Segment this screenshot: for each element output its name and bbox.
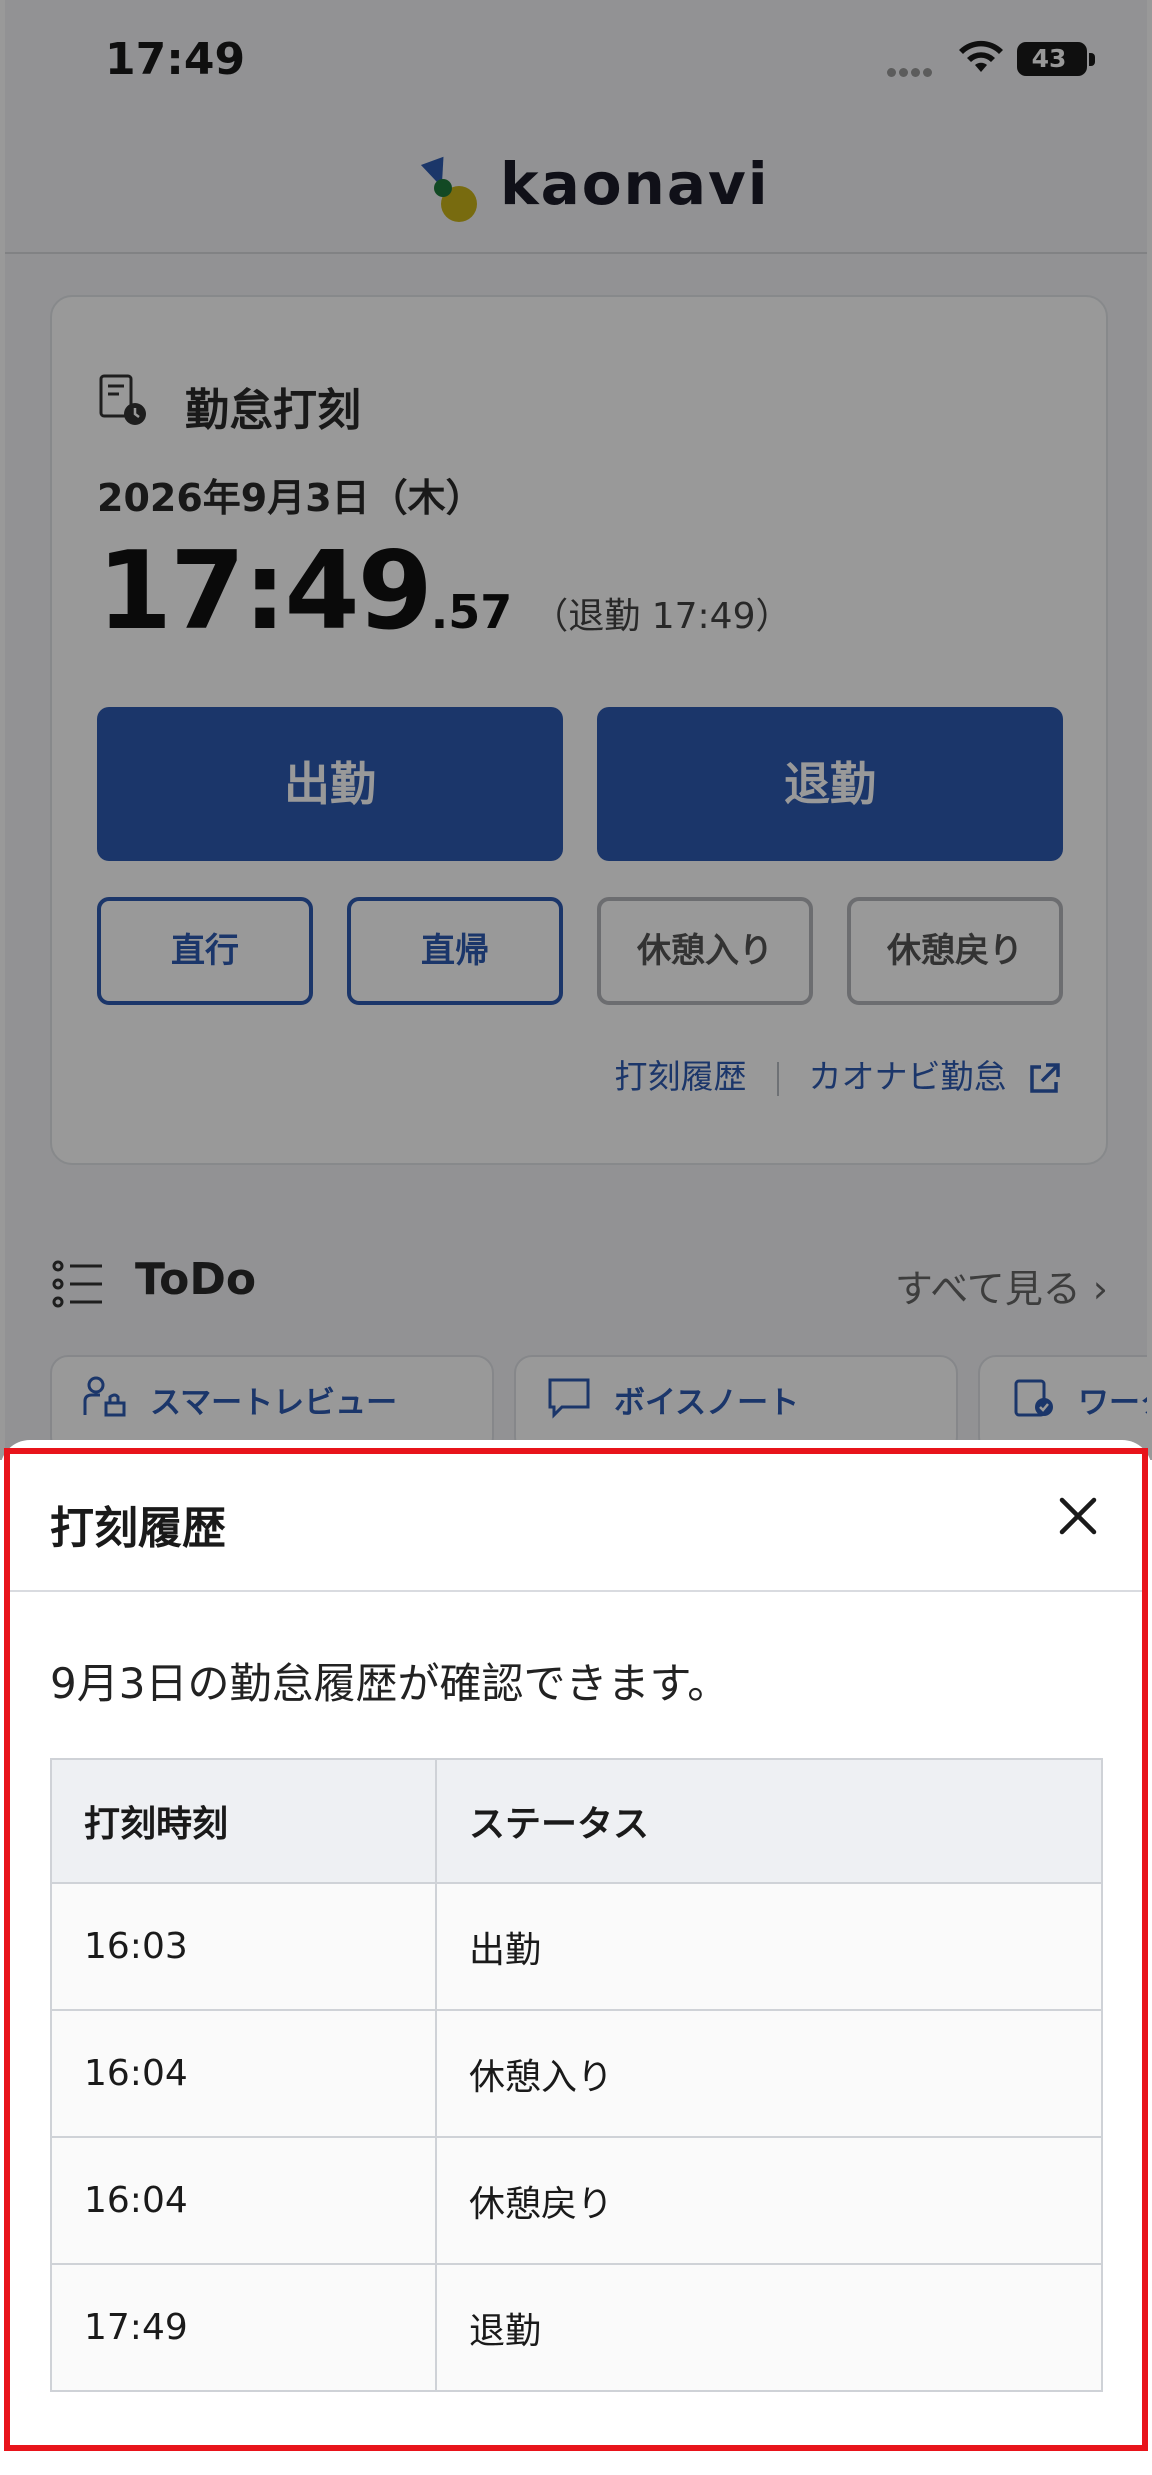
punch-status-cell: 退勤 [435,2263,1103,2392]
table-row: 17:49 退勤 [50,2263,1103,2392]
punch-time-cell: 16:03 [50,1882,437,2011]
punch-time-cell: 16:04 [50,2136,437,2265]
table-row: 16:03 出勤 [50,1882,1103,2011]
table-row: 16:04 休憩入り [50,2009,1103,2138]
punch-status-cell: 出勤 [435,1882,1103,2011]
column-header-status: ステータス [435,1758,1103,1884]
sheet-description: 9月3日の勤怠履歴が確認できます。 [50,1659,730,1708]
close-icon[interactable] [1050,1488,1106,1544]
table-row: 16:04 休憩戻り [50,2136,1103,2265]
sheet-title: 打刻履歴 [50,1503,226,1554]
punch-status-cell: 休憩入り [435,2009,1103,2138]
punch-time-cell: 16:04 [50,2009,437,2138]
sheet-header: 打刻履歴 [10,1450,1142,1592]
modal-backdrop[interactable] [0,0,1152,1460]
punch-status-cell: 休憩戻り [435,2136,1103,2265]
punch-history-table: 打刻時刻 ステータス 16:03 出勤 16:04 休憩入り 16:04 休憩戻… [50,1758,1103,2392]
column-header-time: 打刻時刻 [50,1758,437,1884]
table-header-row: 打刻時刻 ステータス [50,1758,1103,1884]
punch-time-cell: 17:49 [50,2263,437,2392]
